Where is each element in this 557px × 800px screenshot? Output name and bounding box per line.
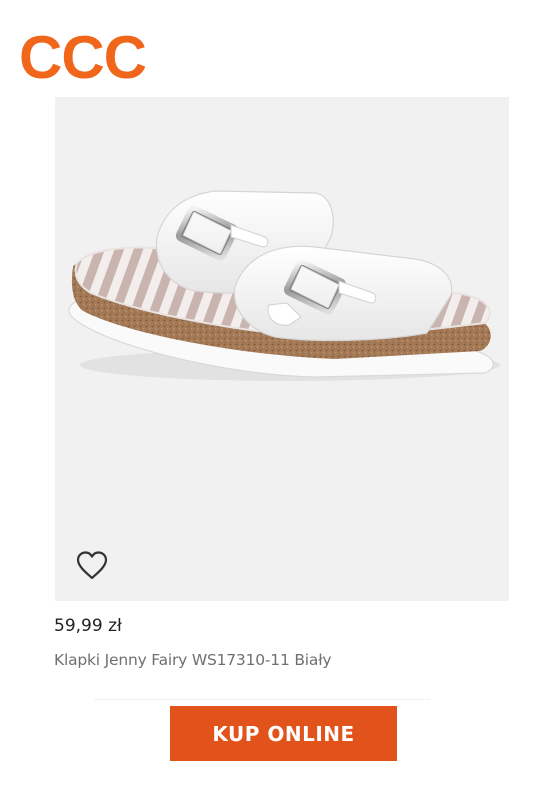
product-price: 59,99 zł <box>54 616 122 636</box>
product-name[interactable]: Klapki Jenny Fairy WS17310-11 Biały <box>54 648 332 672</box>
buy-online-button[interactable]: KUP ONLINE <box>170 706 397 761</box>
divider <box>95 699 430 700</box>
product-image[interactable] <box>55 97 509 601</box>
ccc-logo[interactable]: CCC <box>19 28 147 88</box>
favorite-button[interactable] <box>74 549 110 581</box>
sandal-image <box>68 190 500 381</box>
heart-outline-icon <box>76 551 108 580</box>
